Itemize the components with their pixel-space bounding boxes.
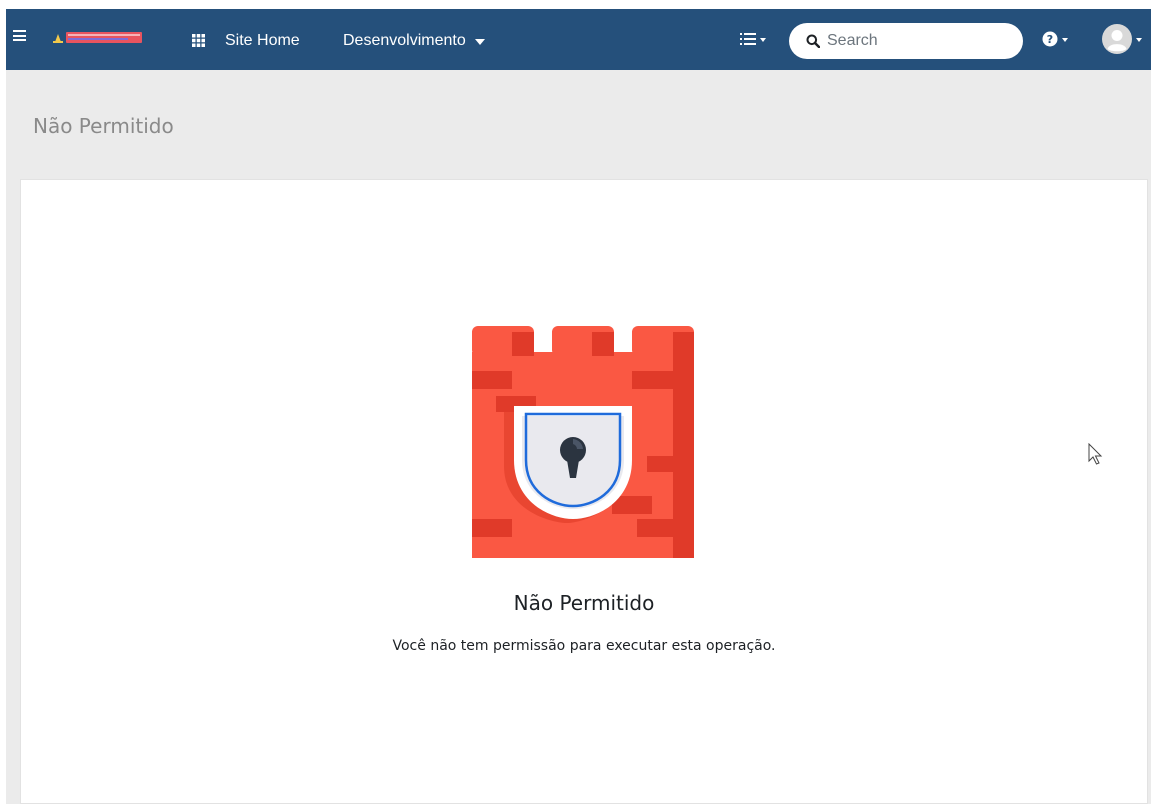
development-menu[interactable]: Desenvolvimento bbox=[343, 30, 485, 52]
chevron-down-icon bbox=[1062, 38, 1068, 42]
list-icon bbox=[740, 33, 756, 45]
search-icon bbox=[806, 34, 820, 48]
grid-icon[interactable] bbox=[192, 34, 205, 47]
list-menu-button[interactable] bbox=[740, 29, 776, 49]
site-logo[interactable] bbox=[52, 31, 144, 44]
page-title: Não Permitido bbox=[33, 114, 174, 138]
error-title: Não Permitido bbox=[513, 591, 655, 615]
svg-text:?: ? bbox=[1047, 33, 1053, 46]
chevron-down-icon bbox=[1136, 38, 1142, 42]
user-menu-button[interactable] bbox=[1102, 24, 1142, 54]
site-home-link[interactable]: Site Home bbox=[225, 30, 300, 52]
lock-castle-icon bbox=[472, 326, 694, 558]
top-navbar: Site Home Desenvolvimento Search ? bbox=[6, 9, 1151, 70]
chevron-down-icon bbox=[474, 39, 485, 45]
app-window: Site Home Desenvolvimento Search ? Não P… bbox=[6, 9, 1151, 804]
hamburger-icon[interactable] bbox=[13, 30, 26, 41]
error-message: Você não tem permissão para executar est… bbox=[392, 638, 776, 654]
chevron-down-icon bbox=[760, 38, 766, 42]
search-box[interactable] bbox=[789, 23, 1023, 59]
help-menu-button[interactable]: ? bbox=[1042, 28, 1068, 50]
avatar-icon bbox=[1102, 24, 1132, 54]
main-content-card: Não Permitido Você não tem permissão par… bbox=[20, 179, 1148, 804]
mouse-cursor-icon bbox=[1088, 443, 1103, 465]
development-menu-label: Desenvolvimento bbox=[343, 32, 466, 49]
search-input[interactable] bbox=[827, 26, 1017, 56]
help-icon: ? bbox=[1042, 31, 1058, 47]
